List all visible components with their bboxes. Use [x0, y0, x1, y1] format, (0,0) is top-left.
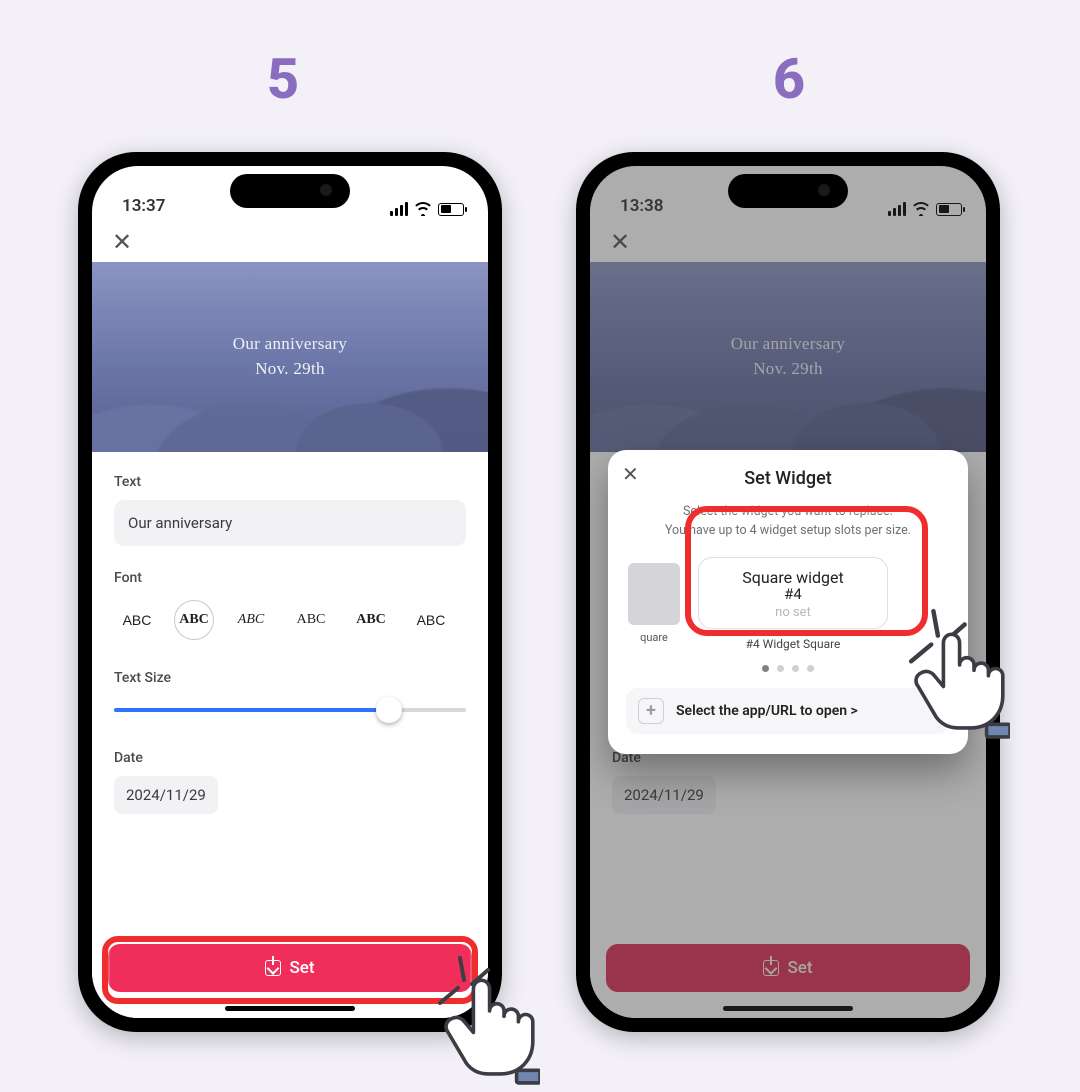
select-app-row[interactable]: + Select the app/URL to open >	[626, 688, 950, 734]
phone-step-5: 13:37 ✕ Our anniversary Nov. 29th Text O…	[78, 152, 502, 1032]
font-option-selected[interactable]: ABC	[174, 600, 214, 640]
text-size-label: Text Size	[114, 670, 466, 686]
wifi-icon	[414, 202, 432, 216]
phone-step-6: 13:38 ✕ Our anniversary Nov. 29th Text O…	[576, 152, 1000, 1032]
widget-thumb-prev[interactable]: quare	[628, 563, 680, 644]
close-button[interactable]: ✕	[108, 228, 136, 256]
plus-icon: +	[638, 698, 664, 724]
page-dots[interactable]	[626, 665, 950, 672]
set-button[interactable]: Set	[108, 944, 472, 992]
font-option[interactable]: ABC	[228, 612, 274, 628]
download-icon	[265, 960, 281, 976]
status-time: 13:37	[122, 196, 165, 216]
font-option[interactable]: ABC	[114, 612, 160, 628]
step-number-5: 5	[254, 46, 314, 112]
battery-icon	[438, 203, 464, 216]
widget-preview: Our anniversary Nov. 29th	[92, 262, 488, 452]
modal-close-button[interactable]: ✕	[622, 462, 639, 486]
widget-card-sub: #4	[709, 585, 877, 603]
set-widget-modal: ✕ Set Widget Select the widget you want …	[608, 450, 968, 754]
font-option[interactable]: ABC	[348, 612, 394, 628]
date-section-label: Date	[114, 750, 466, 766]
select-app-label: Select the app/URL to open >	[676, 703, 858, 719]
widget-thumb-label: quare	[640, 631, 668, 644]
set-button-label: Set	[289, 958, 314, 978]
modal-description: Select the widget you want to replace. Y…	[648, 503, 928, 541]
date-field[interactable]: 2024/11/29	[114, 776, 218, 814]
font-option[interactable]: ABC	[408, 612, 454, 628]
notch-icon	[230, 174, 350, 208]
modal-title: Set Widget	[626, 468, 950, 489]
widget-card-caption: #4 Widget Square	[698, 637, 888, 651]
text-input[interactable]: Our anniversary	[114, 500, 466, 546]
signal-icon	[390, 202, 408, 216]
font-option[interactable]: ABC	[288, 612, 334, 628]
font-picker[interactable]: ABC ABC ABC ABC ABC ABC ABC AB	[114, 596, 466, 646]
preview-line-2: Nov. 29th	[255, 357, 325, 382]
widget-card[interactable]: Square widget #4 no set #4 Widget Square	[698, 557, 888, 651]
preview-line-1: Our anniversary	[233, 332, 348, 357]
font-section-label: Font	[114, 570, 466, 586]
widget-card-status: no set	[709, 605, 877, 620]
step-number-6: 6	[760, 46, 820, 112]
text-section-label: Text	[114, 474, 466, 490]
home-indicator	[225, 1006, 355, 1011]
text-size-slider[interactable]	[114, 698, 466, 722]
notch-icon	[728, 174, 848, 208]
